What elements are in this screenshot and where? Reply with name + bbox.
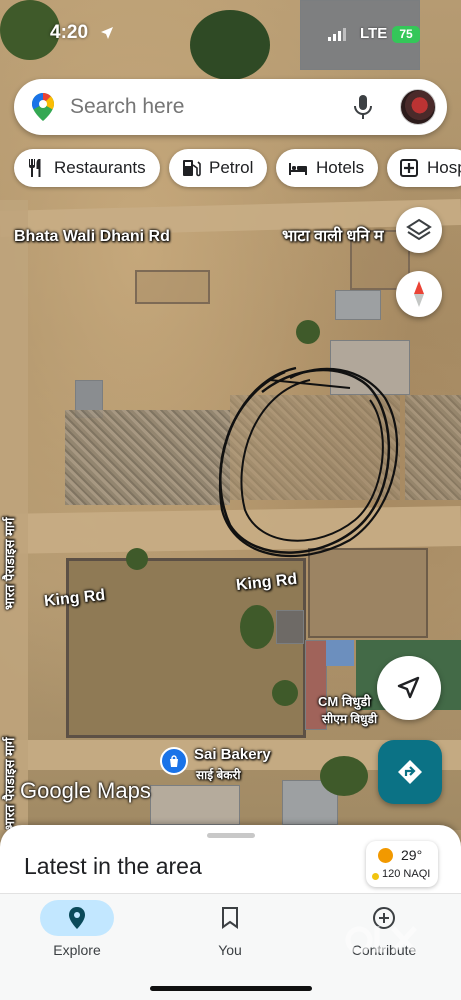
shopping-bag-icon — [170, 755, 178, 767]
compass-button[interactable] — [396, 271, 442, 317]
road-label-vertical-low: भारत पैराडाइस मार्ग — [2, 737, 17, 830]
hospital-plus-icon — [400, 159, 418, 177]
temperature: 29° — [401, 847, 423, 863]
weather-card[interactable]: 29° 120 NAQI — [366, 841, 438, 887]
place-label-cm-en[interactable]: CM विधुडी — [318, 692, 371, 710]
battery-indicator: 75 — [392, 26, 420, 43]
road-label-hindi-top: भाटा वाली धनि म — [282, 228, 384, 245]
google-maps-logo: Google Maps — [20, 778, 151, 803]
tree — [296, 320, 320, 344]
road-king — [0, 505, 461, 555]
directions-button[interactable] — [378, 740, 442, 804]
place-label-bakery-hi[interactable]: साई बेकरी — [196, 766, 241, 783]
nav-icon-wrap — [193, 900, 267, 936]
rubble-area — [405, 395, 461, 500]
building-blue-roof — [326, 640, 354, 666]
microphone-icon[interactable] — [352, 94, 374, 120]
tree — [320, 756, 368, 796]
sheet-title: Latest in the area — [24, 853, 202, 879]
chip-label: Restaurants — [54, 158, 146, 177]
nav-label: You — [218, 942, 242, 958]
road-label-vertical-mid: भारत पैराडाइस मार्ग — [2, 517, 17, 610]
bed-icon — [289, 163, 307, 175]
explore-pin-icon — [69, 907, 85, 929]
search-input[interactable] — [70, 95, 330, 119]
chip-label: Hosp — [427, 158, 461, 177]
cell-signal-icon — [328, 28, 346, 41]
nav-explore[interactable]: Explore — [17, 900, 137, 958]
tree — [272, 680, 298, 706]
chip-label: Petrol — [209, 158, 254, 177]
building — [276, 610, 304, 644]
location-arrow-icon — [101, 27, 113, 39]
fuel-pump-icon — [183, 160, 201, 177]
directions-icon — [398, 760, 422, 784]
my-location-button[interactable] — [377, 656, 441, 720]
chip-hotels[interactable]: Hotels — [276, 149, 379, 187]
bookmark-icon — [222, 907, 238, 929]
place-label-cm-hi[interactable]: सीएम विधुडी — [322, 710, 377, 727]
sai-bakery-pin[interactable] — [160, 747, 188, 775]
nav-label: Explore — [53, 942, 101, 958]
account-avatar[interactable] — [400, 89, 436, 125]
sheet-drag-handle[interactable] — [207, 833, 255, 838]
status-bar: 4:20 LTE 75 — [0, 0, 461, 70]
layers-button[interactable] — [396, 207, 442, 253]
plot-outline — [135, 270, 210, 304]
fork-knife-icon — [29, 159, 41, 177]
chip-petrol[interactable]: Petrol — [169, 149, 268, 187]
tree — [126, 548, 148, 570]
road-label-bhata-wali-dhani: Bhata Wali Dhani Rd — [14, 228, 170, 245]
place-label-bakery-en[interactable]: Sai Bakery — [194, 746, 271, 763]
aqi-dot-icon — [372, 873, 379, 880]
google-maps-pin-icon — [32, 93, 54, 121]
chip-hospitals[interactable]: Hosp — [387, 149, 461, 187]
network-type: LTE — [360, 25, 388, 42]
home-indicator — [150, 986, 312, 991]
olx-watermark-logo — [345, 926, 417, 954]
nav-active-pill — [40, 900, 114, 936]
building — [150, 785, 240, 825]
plot-lower-right — [308, 548, 428, 638]
chip-restaurants[interactable]: Restaurants — [14, 149, 160, 187]
status-time: 4:20 — [50, 22, 89, 43]
navigation-arrow-icon — [397, 676, 420, 699]
layers-icon — [406, 218, 432, 241]
nav-you[interactable]: You — [170, 900, 290, 958]
tree — [240, 605, 274, 649]
compass-icon — [414, 281, 424, 307]
building — [330, 340, 410, 395]
air-quality: 120 NAQI — [382, 868, 431, 880]
rubble-area — [65, 410, 230, 505]
sun-icon — [378, 848, 393, 863]
road-left-vertical — [0, 200, 28, 830]
search-bar[interactable] — [14, 79, 447, 135]
rubble-area — [230, 395, 400, 500]
chip-label: Hotels — [316, 158, 365, 177]
building — [335, 290, 381, 320]
